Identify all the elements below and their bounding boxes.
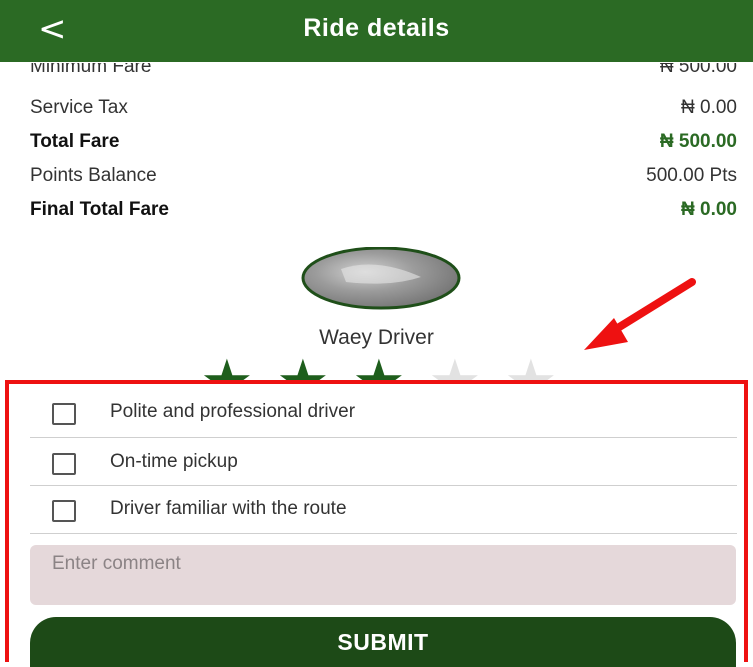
star-icon[interactable]: ★	[276, 352, 330, 382]
rating-stars[interactable]: ★ ★ ★ ★ ★	[200, 352, 570, 382]
page-title: Ride details	[303, 14, 450, 42]
feedback-option[interactable]: Polite and professional driver	[30, 390, 737, 436]
divider	[30, 533, 737, 534]
fare-value: ₦ 0.00	[681, 97, 737, 118]
divider	[30, 437, 737, 438]
star-icon[interactable]: ★	[504, 352, 558, 382]
divider	[30, 485, 737, 486]
comment-input[interactable]: Enter comment	[30, 545, 736, 605]
fare-label: Service Tax	[30, 97, 128, 118]
star-icon[interactable]: ★	[428, 352, 482, 382]
star-icon[interactable]: ★	[200, 352, 254, 382]
star-icon[interactable]: ★	[352, 352, 406, 382]
fare-row-points-balance: Points Balance 500.00 Pts	[30, 165, 737, 195]
header-bar: < Ride details	[0, 0, 753, 62]
fare-label: Points Balance	[30, 165, 157, 186]
fare-value: 500.00 Pts	[646, 165, 737, 186]
feedback-option[interactable]: Driver familiar with the route	[30, 487, 737, 533]
fare-row-minimum: Minimum Fare ₦ 500.00	[30, 63, 737, 83]
feedback-option-label: Driver familiar with the route	[110, 498, 347, 519]
fare-label: Total Fare	[30, 131, 120, 152]
fare-row-total: Total Fare ₦ 500.00	[30, 131, 737, 161]
avatar	[301, 247, 461, 311]
fare-row-final-total: Final Total Fare ₦ 0.00	[30, 199, 737, 229]
feedback-option[interactable]: On-time pickup	[30, 440, 737, 486]
fare-label: Minimum Fare	[30, 63, 152, 77]
fare-label: Final Total Fare	[30, 199, 170, 220]
fare-row-service-tax: Service Tax ₦ 0.00	[30, 97, 737, 127]
feedback-option-label: On-time pickup	[110, 451, 238, 472]
checkbox[interactable]	[52, 453, 76, 475]
fare-value: ₦ 500.00	[659, 131, 737, 152]
annotation-arrow-icon	[584, 278, 696, 350]
comment-placeholder: Enter comment	[52, 553, 181, 574]
checkbox[interactable]	[52, 500, 76, 522]
submit-button[interactable]: SUBMIT	[30, 617, 736, 667]
checkbox[interactable]	[52, 403, 76, 425]
fare-value: ₦ 500.00	[659, 63, 737, 77]
fare-value: ₦ 0.00	[681, 199, 737, 220]
feedback-option-label: Polite and professional driver	[110, 401, 356, 422]
